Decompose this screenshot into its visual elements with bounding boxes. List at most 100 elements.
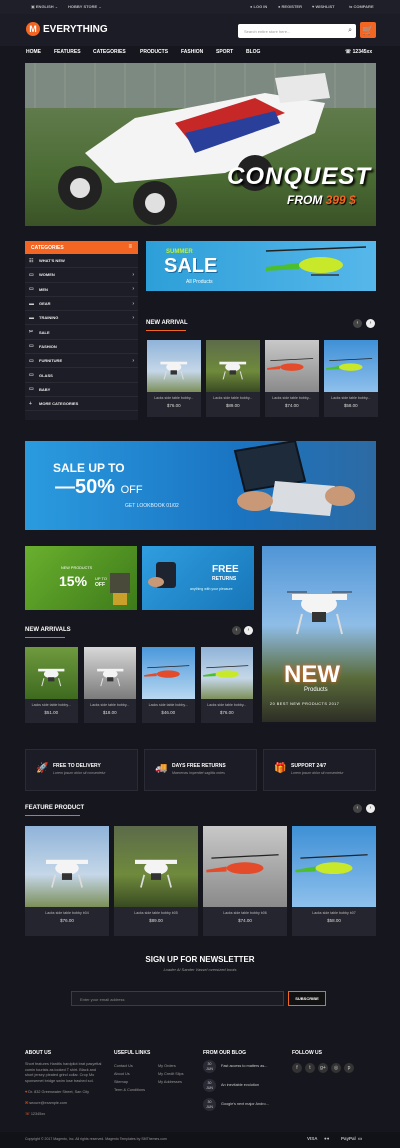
- cart-icon[interactable]: 🛒: [360, 22, 376, 38]
- footer-link[interactable]: My Addresses: [158, 1080, 182, 1086]
- next-arrow[interactable]: ›: [244, 626, 253, 635]
- footer-link[interactable]: About Us: [114, 1072, 130, 1078]
- hero-slider[interactable]: CONQUEST FROM 399 $: [25, 63, 376, 226]
- nav-products[interactable]: PRODUCTS: [140, 49, 168, 55]
- promo-new-products[interactable]: NEW Products 20 BEST NEW PRODUCTS 2017: [262, 546, 376, 722]
- category-item[interactable]: ▬ TRAINING ›: [25, 311, 138, 326]
- blog-post-link[interactable]: An inevitable evolution: [221, 1083, 259, 1089]
- product-name[interactable]: Lacks side table bobby...: [265, 396, 319, 400]
- product-card[interactable]: Lacks side table bobby... $58.00: [324, 340, 378, 417]
- lookbook-banner[interactable]: SALE UP TO —50% OFF GET LOOKBOOK 01/02: [25, 441, 376, 530]
- compare-link[interactable]: ⇆ COMPARE: [349, 4, 374, 9]
- category-item[interactable]: ▭ MEN ›: [25, 283, 138, 297]
- category-item[interactable]: ▭ FASHION: [25, 340, 138, 355]
- product-name[interactable]: Lacks side table bobby...: [84, 703, 137, 707]
- categories-header[interactable]: CATEGORIES ≡: [25, 241, 138, 254]
- wishlist-link[interactable]: ♥ WISHLIST: [312, 4, 335, 9]
- logo-text[interactable]: EVERYTHING: [43, 24, 108, 35]
- product-image[interactable]: [324, 340, 378, 392]
- product-name[interactable]: Lacks side table bobby...: [142, 703, 195, 707]
- prev-arrow[interactable]: ‹: [232, 626, 241, 635]
- nav-blog[interactable]: BLOG: [246, 49, 260, 55]
- google-plus-icon[interactable]: g+: [318, 1063, 328, 1073]
- product-image[interactable]: [83, 647, 136, 699]
- menu-icon[interactable]: ≡: [128, 244, 132, 250]
- product-image[interactable]: [265, 340, 319, 392]
- footer-link[interactable]: Contact Us: [114, 1064, 133, 1070]
- footer-link[interactable]: Sitemap: [114, 1080, 128, 1086]
- product-image[interactable]: [142, 647, 195, 699]
- footer-link[interactable]: My Credit Slips: [158, 1072, 184, 1078]
- product-name[interactable]: Lacks side table bobby...: [25, 703, 78, 707]
- product-card[interactable]: Lacks side table bobby... $89.00: [206, 340, 260, 417]
- nav-home[interactable]: HOME: [26, 49, 41, 55]
- next-arrow[interactable]: ›: [366, 804, 375, 813]
- instagram-icon[interactable]: ◎: [331, 1063, 341, 1073]
- search-input[interactable]: Search entire store here... ⌕: [238, 24, 356, 38]
- product-name[interactable]: Lacks side table bobby...: [147, 396, 201, 400]
- product-name[interactable]: Lacks side table bobby b07: [292, 911, 376, 915]
- nav-fashion[interactable]: FASHION: [181, 49, 203, 55]
- product-image[interactable]: [200, 647, 253, 699]
- nav-categories[interactable]: CATEGORIES: [93, 49, 126, 55]
- product-card[interactable]: Lacks side table bobby b06 $74.00: [203, 826, 287, 936]
- prev-arrow[interactable]: ‹: [353, 319, 362, 328]
- product-card[interactable]: Lacks side table bobby... $18.00: [83, 647, 137, 723]
- product-card[interactable]: Lacks side table bobby... $76.00: [200, 647, 254, 723]
- product-name[interactable]: Lacks side table bobby b04: [25, 911, 109, 915]
- blog-post-link[interactable]: Fast access to matters as...: [221, 1064, 267, 1070]
- next-arrow[interactable]: ›: [366, 319, 375, 328]
- product-name[interactable]: Lacks side table bobby...: [201, 703, 254, 707]
- category-item[interactable]: ☷ WHAT'S NEW: [25, 254, 138, 269]
- category-item[interactable]: ▭ WOMEN ›: [25, 268, 138, 283]
- gift-icon: 🎁: [274, 763, 287, 774]
- product-card[interactable]: Lacks side table bobby b05 $89.00: [114, 826, 198, 936]
- register-link[interactable]: ● REGISTER: [278, 4, 302, 9]
- product-image[interactable]: [147, 340, 201, 392]
- about-email[interactable]: ✉ secure@example.com: [25, 1101, 67, 1107]
- category-icon: ▭: [29, 271, 34, 278]
- category-item[interactable]: ▭ GLASS: [25, 368, 138, 383]
- nav-features[interactable]: FEATURES: [54, 49, 81, 55]
- product-card[interactable]: Lacks side table bobby... $46.00: [142, 647, 195, 723]
- product-name[interactable]: Lacks side table bobby b05: [114, 911, 198, 915]
- category-item[interactable]: ✂ SALE: [25, 325, 138, 340]
- login-link[interactable]: ● LOG IN: [250, 4, 267, 9]
- product-image[interactable]: [203, 826, 287, 907]
- search-icon[interactable]: ⌕: [348, 27, 352, 35]
- newsletter-email-input[interactable]: Enter your email address: [71, 991, 284, 1006]
- product-image[interactable]: [25, 826, 109, 907]
- pinterest-icon[interactable]: p: [344, 1063, 354, 1073]
- footer-link[interactable]: Term & Conditions: [114, 1088, 145, 1094]
- product-card[interactable]: Lacks side table bobby b07 $58.00: [292, 826, 376, 936]
- language-selector[interactable]: ▣ ENGLISH ⌄: [31, 4, 58, 9]
- product-image[interactable]: [114, 826, 198, 907]
- category-item[interactable]: ▭ FURNITURE ›: [25, 354, 138, 369]
- product-card[interactable]: Lacks side table bobby... $76.00: [147, 340, 201, 417]
- category-item[interactable]: ▭ BABY: [25, 383, 138, 397]
- product-name[interactable]: Lacks side table bobby...: [324, 396, 378, 400]
- product-image[interactable]: [25, 647, 78, 699]
- summer-sale-banner[interactable]: SUMMER SALE All Products: [146, 241, 376, 291]
- product-card[interactable]: Lacks side table bobby b04 $76.00: [25, 826, 109, 936]
- product-name[interactable]: Lacks side table bobby...: [206, 396, 260, 400]
- blog-post-link[interactable]: Google's next major Andro...: [221, 1102, 269, 1108]
- footer-link[interactable]: My Orders: [158, 1064, 176, 1070]
- prev-arrow[interactable]: ‹: [353, 804, 362, 813]
- product-card[interactable]: Lacks side table bobby... $51.00: [25, 647, 78, 723]
- category-item[interactable]: + MORE CATEGORIES: [25, 397, 138, 412]
- logo-icon[interactable]: M: [26, 22, 40, 36]
- nav-sport[interactable]: SPORT: [216, 49, 233, 55]
- twitter-icon[interactable]: t: [305, 1063, 315, 1073]
- product-image[interactable]: [206, 340, 260, 392]
- product-name[interactable]: Lacks side table bobby b06: [203, 911, 287, 915]
- store-selector[interactable]: HOBBY STORE ⌄: [68, 4, 102, 9]
- subscribe-button[interactable]: SUBSCRIBE: [288, 991, 326, 1006]
- facebook-icon[interactable]: f: [292, 1063, 302, 1073]
- promo-free-returns[interactable]: FREE RETURNS anything with your pleasure: [142, 546, 254, 610]
- sale-banner-title: SALE: [164, 255, 218, 277]
- product-card[interactable]: Lacks side table bobby... $74.00: [265, 340, 319, 417]
- category-item[interactable]: ▬ GEAR ›: [25, 297, 138, 312]
- product-image[interactable]: [292, 826, 376, 907]
- promo-15-off[interactable]: NEW PRODUCTS 15% UP TO OFF: [25, 546, 137, 610]
